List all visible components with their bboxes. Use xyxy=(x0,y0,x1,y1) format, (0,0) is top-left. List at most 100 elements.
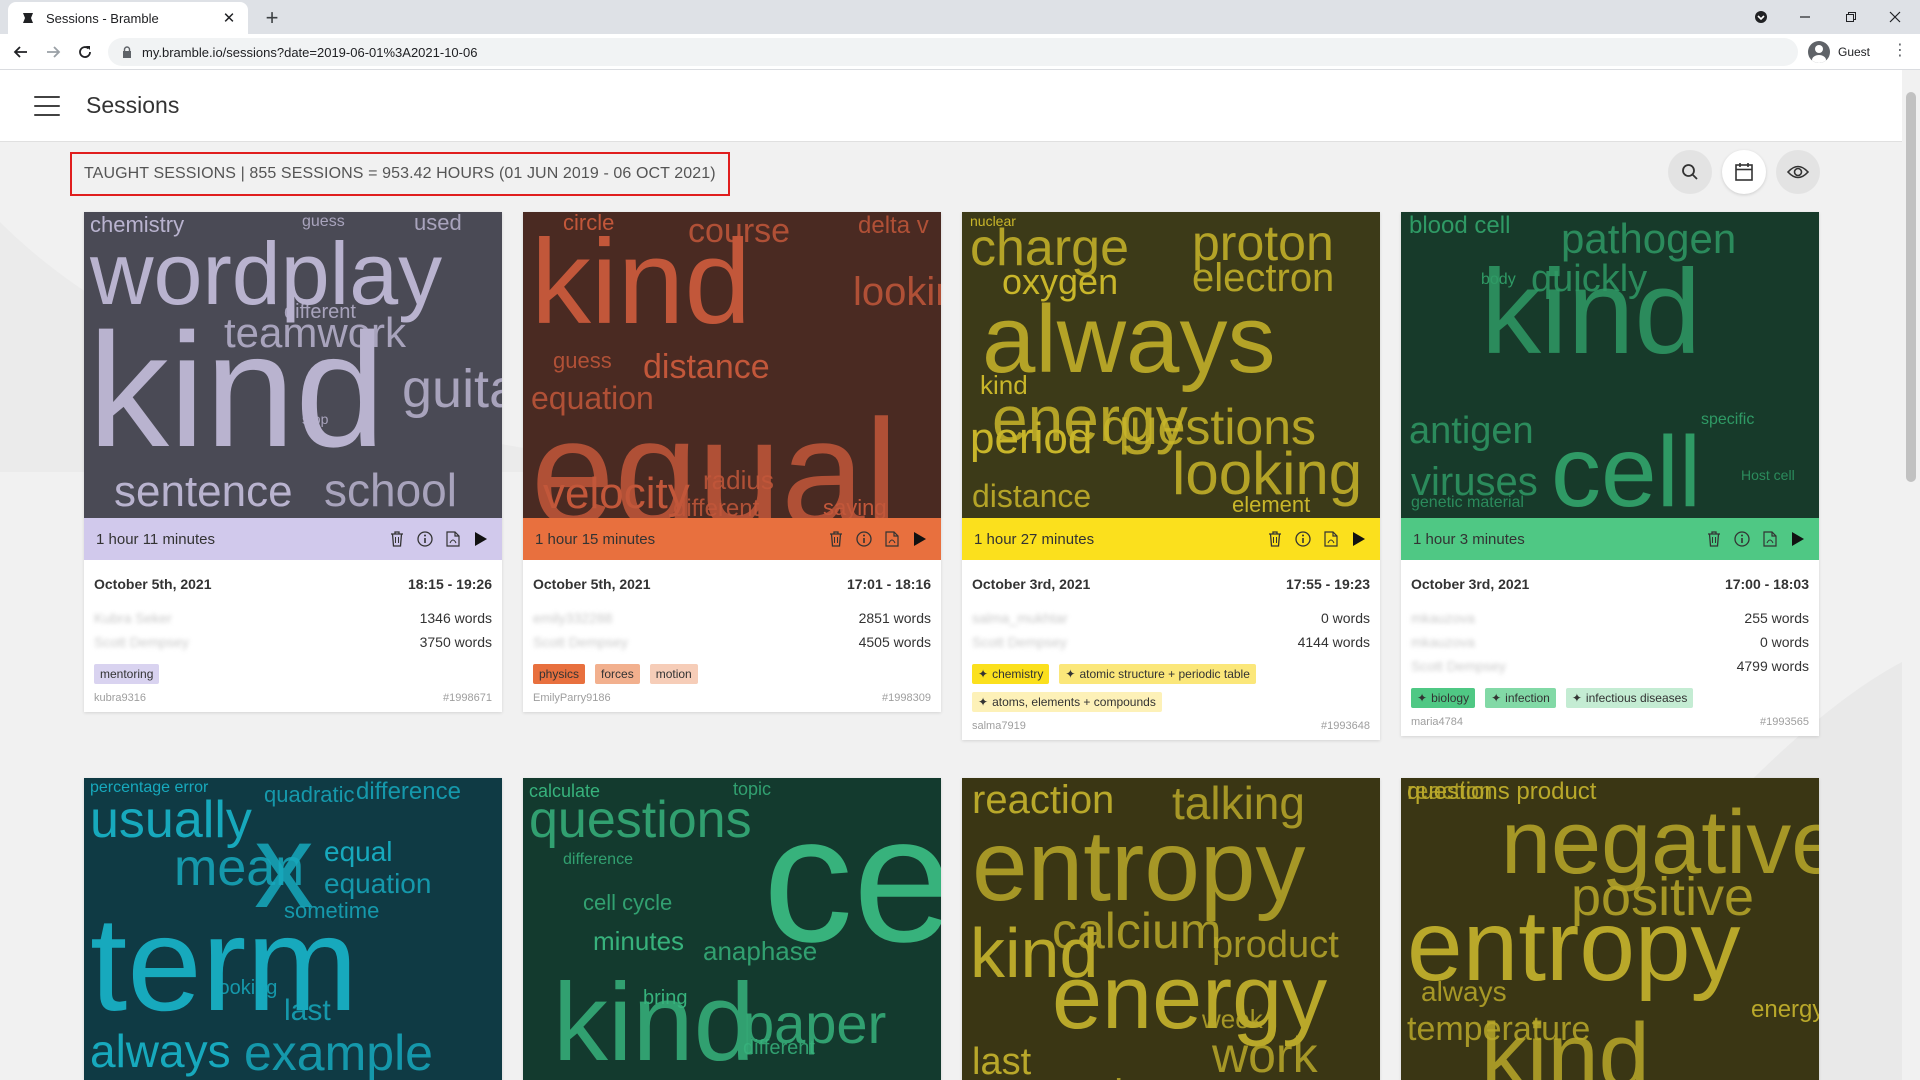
play-icon[interactable] xyxy=(1787,528,1809,550)
info-icon[interactable] xyxy=(1292,528,1314,550)
info-icon[interactable] xyxy=(414,528,436,550)
reload-icon[interactable] xyxy=(72,40,98,64)
scrollbar-thumb[interactable] xyxy=(1906,92,1916,482)
page-title: Sessions xyxy=(86,92,180,118)
delete-icon[interactable] xyxy=(1703,528,1725,550)
page-scrollbar[interactable] xyxy=(1902,70,1920,1080)
topic-tag[interactable]: ✦ biology xyxy=(1411,688,1476,708)
session-date: October 5th, 2021 xyxy=(533,576,651,592)
play-icon[interactable] xyxy=(909,528,931,550)
session-details: October 5th, 2021 18:15 - 19:26 Kubra Seke… xyxy=(84,560,502,712)
info-icon[interactable] xyxy=(853,528,875,550)
bramble-logo-icon xyxy=(20,10,36,26)
word-cloud-word: specific xyxy=(1701,411,1755,428)
session-footer: kubra9316 #1998671 xyxy=(94,692,492,704)
new-tab-button[interactable]: + xyxy=(260,5,284,31)
pdf-icon[interactable] xyxy=(881,528,903,550)
address-bar[interactable]: my.bramble.io/sessions?date=2019-06-01%3… xyxy=(108,38,1798,66)
participant-name: Scott Dempsey xyxy=(1411,658,1506,674)
session-card[interactable]: reaction talking entropy kind calcium product… xyxy=(962,778,1380,1080)
participant-word-count: 2851 words xyxy=(858,610,931,626)
topic-tags: physics forces motion xyxy=(533,664,931,684)
delete-icon[interactable] xyxy=(1264,528,1286,550)
topic-tag-label: biology xyxy=(1431,691,1470,705)
topic-tag-label: motion xyxy=(655,667,692,681)
session-username: salma7919 xyxy=(972,720,1026,732)
close-window-icon[interactable] xyxy=(1872,0,1918,34)
restore-icon[interactable] xyxy=(1828,0,1874,34)
topic-tag[interactable]: ✦ infectious diseases xyxy=(1565,688,1694,708)
session-card[interactable]: chemistry guess used wordplay teamwork differ… xyxy=(84,212,502,712)
topic-tag[interactable]: ✦ infection xyxy=(1485,688,1556,708)
participant-name: Scott Dempsey xyxy=(533,634,628,650)
topic-tag[interactable]: ✦ atomic structure + periodic table xyxy=(1059,664,1256,684)
topic-tag[interactable]: physics xyxy=(533,664,586,684)
word-cloud-word: kind xyxy=(531,215,752,349)
participant-row: Scott Dempsey 4799 words xyxy=(1411,654,1809,678)
back-icon[interactable] xyxy=(8,40,34,64)
topic-tag[interactable]: mentoring xyxy=(94,664,160,684)
topic-tag-label: chemistry xyxy=(992,667,1044,681)
auto-tag-icon: ✦ xyxy=(978,667,989,681)
delete-icon[interactable] xyxy=(386,528,408,550)
word-cloud-word: cell cycle xyxy=(583,890,673,915)
word-cloud-word: equal xyxy=(324,836,393,867)
forward-icon[interactable] xyxy=(40,40,66,64)
profile-button[interactable]: Guest xyxy=(1808,40,1870,64)
calendar-icon xyxy=(1735,163,1753,181)
session-card[interactable]: calculatetopicquestionscellcell cycledif… xyxy=(523,778,941,1080)
session-card[interactable]: blood cell pathogen quickly body kind antigen… xyxy=(1401,212,1819,736)
session-duration: 1 hour 15 minutes xyxy=(535,530,656,548)
session-card[interactable]: questions product negative positive entropy… xyxy=(1401,778,1819,1080)
pdf-icon[interactable] xyxy=(442,528,464,550)
calendar-button[interactable] xyxy=(1722,150,1766,194)
session-card[interactable]: percentage error quadratic difference usual… xyxy=(84,778,502,1080)
topic-tag[interactable]: forces xyxy=(595,664,640,684)
topic-tag[interactable]: motion xyxy=(649,664,698,684)
auto-tag-icon: ✦ xyxy=(1065,667,1076,681)
browser-tab-strip: Sessions - Bramble ✕ + xyxy=(0,0,1920,34)
topic-tags: mentoring xyxy=(94,664,492,684)
participant-word-count: 0 words xyxy=(1320,610,1370,626)
session-card[interactable]: nuclear charge proton oxygen electron always k… xyxy=(962,212,1380,740)
pdf-icon[interactable] xyxy=(1320,528,1342,550)
play-icon[interactable] xyxy=(470,528,492,550)
word-cloud-word: questions xyxy=(529,791,752,849)
word-cloud-word: delta v xyxy=(858,212,929,239)
participant-row: mkauzova 255 words xyxy=(1411,606,1809,630)
app-header: Sessions xyxy=(0,70,1902,142)
word-cloud-word: sentence xyxy=(114,467,293,516)
participant-name: mkauzova xyxy=(1411,634,1475,650)
topic-tag[interactable]: ✦ chemistry xyxy=(972,664,1050,684)
browser-menu-icon[interactable]: ⋮ xyxy=(1892,40,1908,60)
word-cloud-word: Host cell xyxy=(1741,467,1795,483)
word-cloud-word: guitar xyxy=(402,359,502,419)
session-date: October 3rd, 2021 xyxy=(972,576,1091,592)
topic-tag-label: atoms, elements + compounds xyxy=(992,695,1156,709)
delete-icon[interactable] xyxy=(825,528,847,550)
session-date-row: October 3rd, 2021 17:00 - 18:03 xyxy=(1411,572,1809,596)
menu-icon[interactable] xyxy=(34,95,60,116)
word-cloud-word: always xyxy=(1421,976,1507,1007)
close-tab-icon[interactable]: ✕ xyxy=(220,9,238,27)
tab-search-icon[interactable] xyxy=(1738,0,1784,34)
info-icon[interactable] xyxy=(1731,528,1753,550)
topic-tag[interactable]: ✦ atoms, elements + compounds xyxy=(972,692,1162,712)
play-icon[interactable] xyxy=(1348,528,1370,550)
visibility-button[interactable] xyxy=(1776,150,1820,194)
word-cloud: circle course delta v kind guess equation dist… xyxy=(523,212,941,518)
topic-tag-label: infectious diseases xyxy=(1585,691,1688,705)
topic-tags: ✦ chemistry ✦ atomic structure + periodic t… xyxy=(972,664,1370,712)
word-cloud: nuclear charge proton oxygen electron always k… xyxy=(962,212,1380,518)
pdf-icon[interactable] xyxy=(1759,528,1781,550)
session-card[interactable]: circle course delta v kind guess equation dist… xyxy=(523,212,941,712)
search-button[interactable] xyxy=(1668,150,1712,194)
word-cloud-word: kind xyxy=(88,300,386,481)
word-cloud-word: last xyxy=(284,994,331,1027)
session-duration: 1 hour 27 minutes xyxy=(974,530,1095,548)
minimize-icon[interactable] xyxy=(1782,0,1828,34)
word-cloud: blood cell pathogen quickly body kind antigen… xyxy=(1401,212,1819,518)
browser-toolbar: my.bramble.io/sessions?date=2019-06-01%3… xyxy=(0,34,1920,70)
topic-tag-label: mentoring xyxy=(100,667,154,681)
browser-tab[interactable]: Sessions - Bramble ✕ xyxy=(8,2,248,34)
